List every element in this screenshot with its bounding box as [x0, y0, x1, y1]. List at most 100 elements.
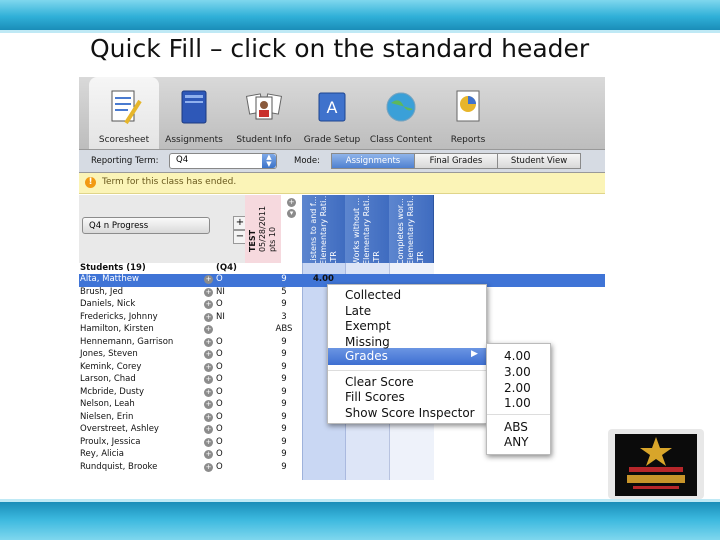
comment-icon[interactable]: + — [204, 275, 213, 284]
comment-icon[interactable]: + — [204, 312, 213, 322]
standard-score[interactable]: 4.00 — [302, 274, 345, 284]
student-score[interactable]: ABS — [266, 324, 302, 334]
student-score[interactable]: 9 — [266, 462, 302, 472]
menu-item-grades[interactable]: Grades — [345, 349, 388, 365]
student-name: Proulx, Jessica — [80, 436, 141, 447]
svg-text:A: A — [327, 98, 338, 117]
student-score[interactable]: 9 — [266, 337, 302, 347]
column-info-icon[interactable]: + — [287, 198, 296, 207]
student-name: Jones, Steven — [80, 349, 138, 359]
assignment-header-3[interactable]: Completes wor... Elementary Rati... LTR — [389, 193, 434, 265]
conference-logo — [608, 429, 704, 499]
student-score[interactable]: 9 — [266, 399, 302, 409]
student-score[interactable]: 9 — [266, 274, 302, 284]
submenu-item-abs[interactable]: ABS — [504, 420, 528, 436]
scoresheet-icon — [111, 90, 142, 125]
mode-final-grades-button[interactable]: Final Grades — [414, 153, 498, 169]
comment-icon[interactable]: + — [204, 425, 213, 434]
student-name: Nelson, Leah — [80, 399, 135, 409]
student-grade: NI — [216, 311, 225, 322]
comment-icon[interactable]: + — [204, 387, 213, 397]
student-score[interactable]: 9 — [266, 299, 302, 309]
student-name: Kemink, Corey — [80, 361, 142, 372]
toolbar-reports[interactable]: Reports — [439, 77, 497, 149]
submenu-item-any[interactable]: ANY — [504, 435, 529, 451]
submenu-divider — [487, 414, 550, 415]
mode-assignments-button[interactable]: Assignments — [331, 153, 415, 169]
context-menu: Collected Late Exempt Missing Grades ▶ C… — [327, 284, 487, 424]
comment-icon[interactable]: + — [204, 350, 213, 359]
column-menu-icon[interactable]: ▾ — [287, 209, 296, 218]
assignment-header-1[interactable]: Listens to and f... Elementary Rati... LTR — [302, 193, 346, 265]
student-info-icon — [245, 93, 283, 120]
student-score[interactable]: 5 — [266, 287, 302, 297]
reporting-term-select[interactable]: Q4 ▲ ▼ — [169, 153, 277, 169]
toolbar-assignments[interactable]: Assignments — [161, 77, 227, 149]
student-score[interactable]: 9 — [266, 362, 302, 372]
comment-icon[interactable]: + — [204, 450, 213, 459]
student-score[interactable]: 9 — [266, 374, 302, 384]
menu-item-collected[interactable]: Collected — [345, 288, 401, 304]
student-score[interactable]: 9 — [266, 387, 302, 397]
comment-icon[interactable]: + — [204, 412, 213, 422]
student-grade: O — [216, 386, 223, 397]
student-score[interactable]: 3 — [266, 312, 302, 322]
toolbar-class-content[interactable]: Class Content — [365, 77, 437, 149]
student-name: Alta, Matthew — [80, 274, 139, 284]
comment-icon[interactable]: + — [204, 400, 213, 409]
student-grade: NI — [216, 286, 225, 297]
reports-icon — [456, 90, 480, 122]
student-grade: O — [216, 274, 223, 284]
slide-top-bar — [0, 0, 720, 33]
comment-icon[interactable]: + — [204, 375, 213, 384]
student-grade: O — [216, 436, 223, 447]
submenu-item-3[interactable]: 3.00 — [504, 365, 531, 381]
menu-item-clear-score[interactable]: Clear Score — [345, 375, 414, 391]
comment-icon[interactable]: + — [204, 337, 213, 347]
warning-icon: ! — [85, 177, 96, 188]
mode-bar: Reporting Term: Q4 ▲ ▼ Mode: Assignments … — [79, 149, 605, 173]
comment-icon[interactable]: + — [204, 300, 213, 309]
comment-icon[interactable]: + — [204, 462, 213, 472]
assignment-header-2[interactable]: Works without ... Elementary Rati... LTR — [345, 193, 390, 265]
menu-item-show-score-inspector[interactable]: Show Score Inspector — [345, 406, 475, 422]
submenu-item-1[interactable]: 1.00 — [504, 396, 531, 412]
progress-filter-button[interactable]: Q4 n Progress — [82, 217, 210, 234]
student-grade: O — [216, 349, 223, 359]
student-score[interactable]: 9 — [266, 437, 302, 447]
student-score[interactable]: 9 — [266, 412, 302, 422]
student-grade: O — [216, 461, 223, 472]
comment-icon[interactable]: + — [204, 325, 213, 334]
left-panel: Q4 n Progress + − — [79, 195, 247, 263]
comment-icon[interactable]: + — [204, 362, 213, 372]
student-name: Nielsen, Erin — [80, 411, 134, 422]
slide-bottom-bar — [0, 499, 720, 540]
student-grade: O — [216, 336, 223, 347]
column-headers: TEST 05/28/2011 pts 10 + ▾ Listens to and … — [245, 193, 605, 265]
toolbar-student-info[interactable]: Student Info — [229, 77, 299, 149]
students-header: Students (19) (Q4) — [80, 263, 237, 273]
student-name: Hamilton, Kirsten — [80, 324, 154, 334]
student-name: Hennemann, Garrison — [80, 336, 174, 347]
menu-item-exempt[interactable]: Exempt — [345, 319, 391, 335]
submenu-item-2[interactable]: 2.00 — [504, 381, 531, 397]
menu-item-late[interactable]: Late — [345, 304, 371, 320]
menu-divider — [328, 370, 486, 371]
student-name: Rey, Alicia — [80, 449, 124, 459]
table-row[interactable]: Rundquist, Brooke + O 9 — [79, 462, 605, 475]
mode-student-view-button[interactable]: Student View — [497, 153, 581, 169]
toolbar-grade-setup[interactable]: A Grade Setup — [301, 77, 363, 149]
comment-icon[interactable]: + — [204, 287, 213, 297]
toolbar-scoresheet[interactable]: Scoresheet — [89, 77, 159, 149]
student-name: Rundquist, Brooke — [80, 461, 158, 472]
submenu-arrow-icon: ▶ — [471, 349, 478, 359]
menu-item-fill-scores[interactable]: Fill Scores — [345, 390, 405, 406]
student-score[interactable]: 9 — [266, 424, 302, 434]
student-score[interactable]: 9 — [266, 349, 302, 359]
comment-icon[interactable]: + — [204, 437, 213, 447]
toolbar: Scoresheet Assignments Student Info A Gr… — [79, 77, 605, 149]
student-score[interactable]: 9 — [266, 449, 302, 459]
term-ended-alert: ! Term for this class has ended. — [79, 173, 605, 194]
submenu-item-4[interactable]: 4.00 — [504, 349, 531, 365]
test-column-header[interactable]: TEST 05/28/2011 pts 10 — [245, 195, 281, 263]
